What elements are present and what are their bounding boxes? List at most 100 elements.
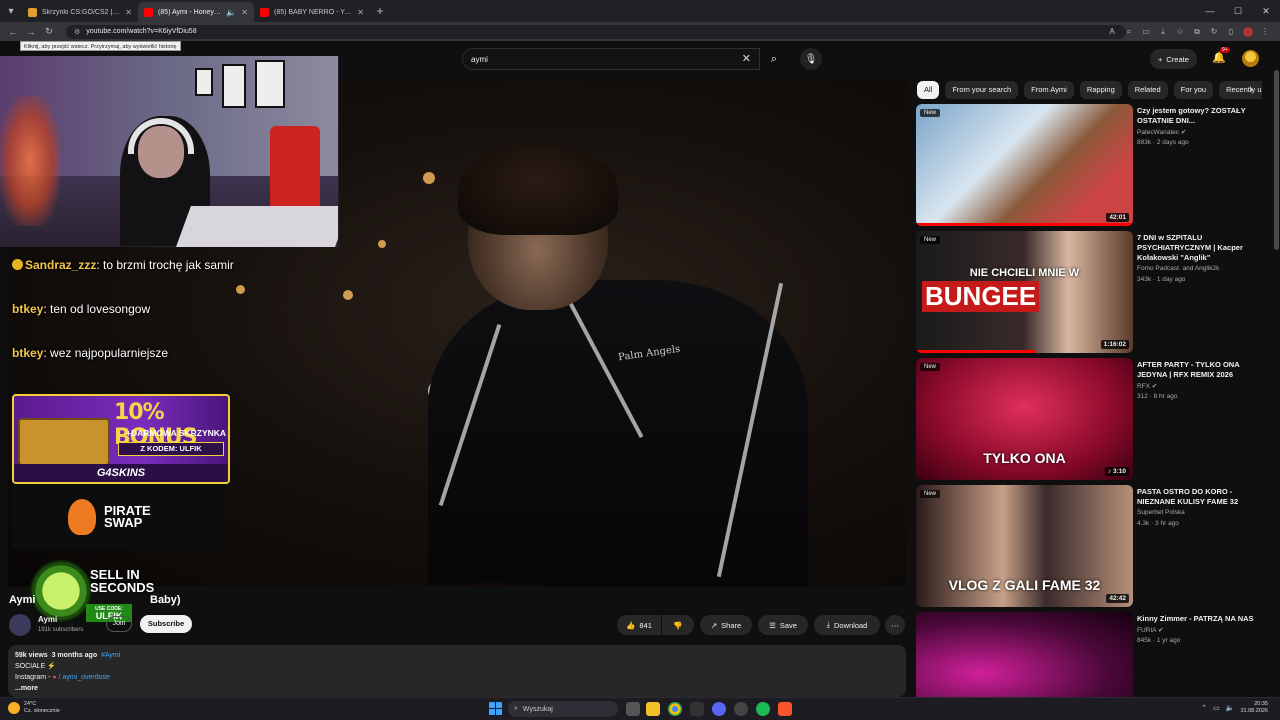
bookmark-star-icon[interactable]: ☆ [1175, 27, 1185, 37]
create-button[interactable]: + Create [1150, 49, 1197, 69]
recommendation-title[interactable]: 7 DNI w SZPITALU PSYCHIATRYCZNYM | Kacpe… [1137, 233, 1262, 263]
browser-menu-icon[interactable]: ⋮ [1260, 27, 1270, 37]
recommendation-channel[interactable]: FURIA ✔ [1137, 626, 1163, 634]
start-button[interactable] [489, 702, 502, 715]
video-thumbnail[interactable]: New 42:01 [916, 104, 1133, 226]
clear-search-icon[interactable]: ✕ [742, 52, 751, 65]
channel-name[interactable]: Aymi [38, 615, 57, 624]
video-thumbnail[interactable]: TYLKO ONA New ♪ 3:10 [916, 358, 1133, 480]
app-icon[interactable] [690, 702, 704, 716]
forward-button[interactable]: → [24, 27, 38, 37]
join-button[interactable]: Join [106, 616, 132, 632]
maximize-button[interactable]: ☐ [1224, 0, 1252, 22]
tab-audio-icon[interactable]: 🔈 [226, 8, 236, 17]
reload-button[interactable]: ↻ [42, 26, 56, 37]
cast-icon[interactable]: ▭ [1141, 27, 1151, 37]
channel-avatar[interactable] [9, 614, 31, 636]
share-button[interactable]: ↗ Share [700, 615, 752, 635]
site-info-icon[interactable]: ⚙ [74, 28, 80, 36]
recommendation-card[interactable]: VLOG Z GALI FAME 32 New 42:42 PASTA OSTRO D… [916, 485, 1266, 607]
file-explorer-icon[interactable] [646, 702, 660, 716]
thumbnail-big-text: BUNGEE [922, 281, 1040, 312]
tab-close-icon[interactable]: ✕ [125, 8, 132, 17]
temperature: 24°C [24, 701, 37, 707]
show-more-link[interactable]: ...more [15, 683, 899, 694]
sun-icon [8, 702, 20, 714]
chip-from-aymi[interactable]: From Aymi [1024, 81, 1074, 99]
extensions-icon[interactable]: ⧉ [1192, 27, 1202, 37]
brave-icon[interactable] [778, 702, 792, 716]
video-description[interactable]: 59k views 3 months ago #Aymi SOCIALE ⚡ I… [8, 645, 906, 697]
recommendation-title[interactable]: PASTA OSTRO DO KORO - NIEZNANE KULISY FA… [1137, 487, 1262, 507]
chips-next-icon[interactable]: › [1244, 81, 1258, 99]
search-input[interactable]: aymi ✕ [462, 48, 760, 70]
new-badge: New [920, 363, 941, 371]
taskbar-search[interactable]: ⌕ Wyszukaj [508, 701, 618, 717]
tab-baby-nerro[interactable]: (85) BABY NERRO - YouTube ✕ [254, 2, 370, 22]
chip-rapping[interactable]: Rapping [1079, 81, 1122, 99]
recommendation-card[interactable]: New 42:01 Czy jestem gotowy? ZOSTAŁY OSTAT… [916, 104, 1266, 226]
volume-icon[interactable]: 🔈 [1226, 704, 1235, 712]
new-tab-button[interactable]: + [370, 4, 390, 18]
obs-icon[interactable] [734, 702, 748, 716]
back-button[interactable]: ← [6, 27, 20, 37]
voice-search-button[interactable]: 🎙 [800, 48, 822, 70]
recommendation-channel[interactable]: RFX ✔ [1137, 382, 1157, 390]
minimize-button[interactable]: — [1196, 0, 1224, 22]
chip-all[interactable]: All [917, 81, 940, 99]
more-actions-button[interactable]: ⋯ [885, 615, 905, 635]
clock[interactable]: 20:35 31.08.2026 [1240, 701, 1268, 715]
address-bar[interactable]: ⚙ youtube.com/watch?v=K6iyVfDiu58 [66, 24, 1126, 39]
network-icon[interactable]: ▭ [1213, 704, 1220, 712]
save-button[interactable]: ☰ Save [758, 615, 808, 635]
recommendation-channel[interactable]: Superbet Polska [1137, 509, 1185, 516]
search-icon: ⌕ [514, 705, 518, 712]
recommendation-channel[interactable]: PatecWariatec ✔ [1137, 128, 1186, 136]
account-avatar[interactable] [1242, 50, 1259, 67]
profile-icon[interactable] [1243, 26, 1253, 37]
zoom-icon[interactable]: ⌕ [1124, 27, 1134, 37]
tab-g4skins[interactable]: Skrzynki CS:GO/CS2 | G4Skins ✕ [22, 2, 138, 22]
window-controls: — ☐ ✕ [1196, 0, 1280, 22]
video-thumbnail[interactable]: NIE CHCIELI MNIE W BUNGEE New 1:16:02 [916, 231, 1133, 353]
tray-chevron-icon[interactable]: ⌃ [1201, 704, 1207, 712]
recommendation-card[interactable]: NIE CHCIELI MNIE W BUNGEE New 1:16:02 7 DNI … [916, 231, 1266, 353]
translate-icon[interactable]: A [1107, 27, 1117, 37]
subscribe-button[interactable]: Subscribe [140, 615, 192, 633]
chrome-icon[interactable] [668, 702, 682, 716]
page-scrollbar[interactable] [1272, 50, 1280, 695]
chip-for-you[interactable]: For you [1173, 81, 1214, 99]
description-stats: 59k views 3 months ago #Aymi [15, 650, 899, 661]
video-thumbnail[interactable]: VLOG Z GALI FAME 32 New 42:42 [916, 485, 1133, 607]
dislike-button[interactable]: 👎 [662, 615, 694, 635]
hashtag-link[interactable]: #Aymi [101, 652, 120, 659]
duration-badge: ♪ 3:10 [1104, 467, 1129, 476]
download-button[interactable]: ⤓ Download [814, 615, 880, 635]
weather-widget[interactable]: 24°C Cz. słonecznie [8, 701, 60, 715]
scrollbar-thumb[interactable] [1274, 70, 1279, 250]
install-icon[interactable]: ⤓ [1158, 27, 1168, 37]
chip-related[interactable]: Related [1127, 81, 1168, 99]
like-button[interactable]: 👍 841 [617, 615, 661, 635]
spotify-icon[interactable] [756, 702, 770, 716]
discord-icon[interactable] [712, 702, 726, 716]
tab-aymi-honey-bunny[interactable]: (85) Aymi - Honey Bunny (... 🔈 ✕ [138, 2, 254, 22]
tab-search-icon[interactable]: ▾ [0, 0, 22, 22]
search-icon: ⌕ [770, 52, 778, 65]
chip-from-your-search[interactable]: From your search [945, 81, 1019, 99]
recommendation-channel[interactable]: Fomo Padcast. and Anglik2k [1137, 265, 1219, 272]
recommendation-title[interactable]: Czy jestem gotowy? ZOSTAŁY OSTATNIE DNI.… [1137, 106, 1262, 126]
task-view-icon[interactable] [626, 702, 640, 716]
recommendation-card[interactable]: TYLKO ONA New ♪ 3:10 AFTER PARTY - TYLKO ON… [916, 358, 1266, 480]
wall-poster [222, 64, 246, 108]
search-button[interactable]: ⌕ [760, 48, 788, 70]
tab-close-icon[interactable]: ✕ [241, 8, 248, 17]
instagram-link[interactable]: / aymi_overdose [59, 674, 110, 681]
tab-close-icon[interactable]: ✕ [357, 8, 364, 17]
close-window-button[interactable]: ✕ [1252, 0, 1280, 22]
recommendation-title[interactable]: Kinny Zimmer - PATRZĄ NA NAS [1137, 614, 1262, 624]
sync-icon[interactable]: ↻ [1209, 27, 1219, 37]
side-panel-icon[interactable]: ▯ [1226, 27, 1236, 37]
recommendation-title[interactable]: AFTER PARTY - TYLKO ONA JEDYNA | RFX REM… [1137, 360, 1262, 380]
red-glow [358, 580, 618, 586]
